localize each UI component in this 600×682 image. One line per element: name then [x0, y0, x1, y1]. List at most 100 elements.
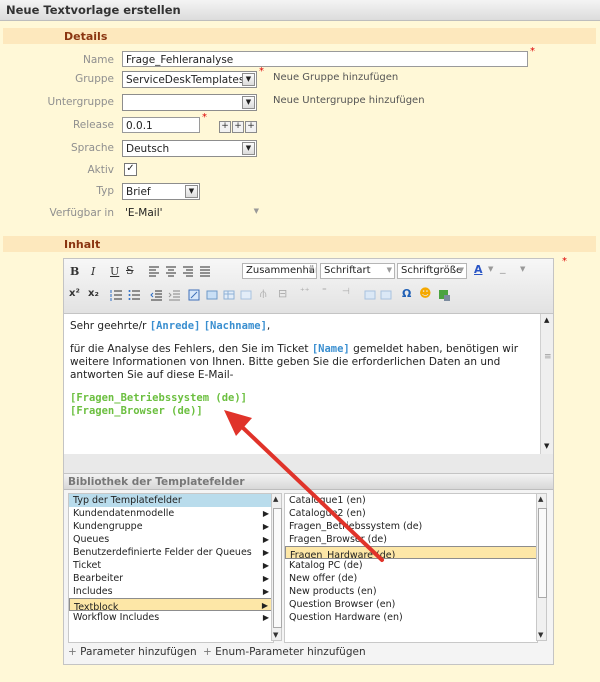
untergruppe-select[interactable]: ▼: [122, 94, 257, 111]
chevron-down-icon[interactable]: ▼: [520, 265, 525, 273]
italic-button[interactable]: I: [91, 265, 95, 278]
field-type-item[interactable]: Benutzerdefinierte Felder der Queues ▶: [69, 546, 273, 559]
strikethrough-button[interactable]: S: [126, 264, 134, 277]
chevron-right-icon: ▶: [262, 548, 269, 557]
field-item[interactable]: Fragen_Browser (de): [285, 533, 537, 546]
add-parameter-button[interactable]: + Parameter hinzufügen: [68, 646, 197, 658]
field-type-item[interactable]: Queues ▶: [69, 533, 273, 546]
scroll-thumb[interactable]: [273, 508, 282, 628]
scroll-grip-icon[interactable]: ≡: [544, 352, 552, 362]
plus-icon[interactable]: +: [245, 121, 257, 133]
field-item[interactable]: Catalogue1 (en): [285, 494, 537, 507]
field-item[interactable]: Catalogue2 (en): [285, 507, 537, 520]
field-type-item[interactable]: Includes ▶: [69, 585, 273, 598]
gruppe-select-value: ServiceDeskTemplates: [126, 74, 245, 86]
subscript-button[interactable]: x₂: [88, 288, 99, 299]
field-type-item[interactable]: Kundendatenmodelle ▶: [69, 507, 273, 520]
aktiv-checkbox[interactable]: ✓: [124, 163, 137, 176]
nachname-placeholder: [Nachname]: [203, 320, 267, 332]
numbered-list-icon[interactable]: [110, 289, 122, 301]
sprache-select[interactable]: Deutsch ▼: [122, 140, 257, 157]
scroll-up-icon[interactable]: ▲: [544, 316, 549, 324]
size-select-value: Schriftgröße: [401, 265, 463, 276]
field-item[interactable]: New products (en): [285, 585, 537, 598]
typ-select[interactable]: Brief ▼: [122, 183, 200, 200]
chevron-down-icon[interactable]: ▼: [488, 265, 493, 273]
bullet-list-icon[interactable]: [128, 289, 140, 301]
chevron-right-icon: ▶: [262, 561, 269, 570]
field-type-item[interactable]: Bearbeiter ▶: [69, 572, 273, 585]
field-item[interactable]: Fragen_Hardware (de): [285, 546, 537, 559]
table-cell-icon[interactable]: [380, 289, 392, 301]
field-label: Catalogue1 (en): [289, 495, 366, 506]
add-enum-parameter-button[interactable]: + Enum-Parameter hinzufügen: [203, 646, 366, 658]
table-col-icon[interactable]: ⊟: [278, 287, 287, 300]
smiley-icon[interactable]: ☻: [419, 286, 432, 300]
size-select[interactable]: Schriftgröße ▼: [397, 263, 467, 279]
table-props-icon[interactable]: [364, 289, 376, 301]
verfuegbar-multiselect[interactable]: 'E-Mail' ▼: [122, 205, 265, 222]
superscript-button[interactable]: x²: [69, 288, 80, 299]
edit-source-icon[interactable]: [188, 289, 200, 301]
font-select[interactable]: Schriftart ▼: [320, 263, 395, 279]
indent-icon[interactable]: [168, 289, 180, 301]
outdent-icon[interactable]: [150, 289, 162, 301]
editor-content-area[interactable]: Sehr geehrte/r [Anrede] [Nachname], für …: [64, 314, 540, 454]
field-label: New offer (de): [289, 573, 358, 584]
underline-button[interactable]: U: [110, 265, 119, 278]
typ-label: Typ: [96, 185, 114, 197]
insert-field-icon[interactable]: [438, 289, 450, 301]
special-char-icon[interactable]: Ω: [402, 287, 411, 300]
background-color-icon[interactable]: _: [500, 261, 506, 274]
image-icon[interactable]: [206, 289, 218, 301]
release-input[interactable]: 0.0.1: [122, 117, 200, 133]
field-type-scrollbar[interactable]: ▲ ▼: [271, 493, 282, 641]
table-icon[interactable]: [223, 289, 235, 301]
table-row-icon[interactable]: [240, 289, 252, 301]
align-center-icon[interactable]: [165, 265, 177, 277]
field-label: Katalog PC (de): [289, 560, 363, 571]
align-left-icon[interactable]: [148, 265, 160, 277]
field-item[interactable]: New offer (de): [285, 572, 537, 585]
untergruppe-label: Untergruppe: [47, 96, 114, 108]
align-right-icon[interactable]: [182, 265, 194, 277]
table-delete-icon[interactable]: ⁼: [322, 287, 327, 297]
add-group-link[interactable]: Neue Gruppe hinzufügen: [273, 72, 398, 83]
field-list-scrollbar[interactable]: ▲ ▼: [536, 493, 547, 641]
scroll-down-icon[interactable]: ▼: [538, 631, 543, 639]
text-color-icon[interactable]: A: [474, 263, 483, 276]
add-subgroup-link[interactable]: Neue Untergruppe hinzufügen: [273, 95, 425, 106]
field-type-item[interactable]: Kundengruppe ▶: [69, 520, 273, 533]
required-mark: *: [259, 66, 264, 77]
split-cell-icon[interactable]: ⫛: [260, 287, 267, 301]
textblock-line-1: [Fragen_Betriebssystem (de)]: [70, 392, 534, 405]
table-merge-icon[interactable]: ⊣: [342, 287, 350, 297]
scroll-up-icon[interactable]: ▲: [538, 495, 543, 503]
align-justify-icon[interactable]: [199, 265, 211, 277]
field-item[interactable]: Question Browser (en): [285, 598, 537, 611]
bold-button[interactable]: B: [70, 265, 79, 278]
field-item[interactable]: Fragen_Betriebssystem (de): [285, 520, 537, 533]
field-type-label: Bearbeiter: [73, 573, 124, 584]
plus-icon[interactable]: +: [219, 121, 231, 133]
dialog-titlebar: Neue Textvorlage erstellen: [0, 0, 600, 21]
chevron-right-icon: ▶: [262, 587, 269, 596]
format-select[interactable]: Zusammenhäng ▼: [242, 263, 317, 279]
field-item[interactable]: Question Hardware (en): [285, 611, 537, 624]
scroll-thumb[interactable]: [538, 508, 547, 598]
section-header-inhalt: Inhalt: [3, 236, 596, 252]
scroll-down-icon[interactable]: ▼: [273, 631, 278, 639]
plus-icon[interactable]: +: [232, 121, 244, 133]
field-type-item[interactable]: Textblock ▶: [69, 598, 273, 611]
gruppe-select[interactable]: ServiceDeskTemplates ▼: [122, 71, 257, 88]
field-type-item[interactable]: Ticket ▶: [69, 559, 273, 572]
table-insert-icon[interactable]: ⁺⁺: [300, 287, 310, 297]
scroll-up-icon[interactable]: ▲: [273, 495, 278, 503]
field-type-label: Benutzerdefinierte Felder der Queues: [73, 547, 252, 558]
editor-scrollbar[interactable]: ▲ ≡ ▼: [540, 314, 553, 454]
add-enum-parameter-label: Enum-Parameter hinzufügen: [215, 646, 366, 658]
name-input[interactable]: Frage_Fehleranalyse: [122, 51, 528, 67]
field-item[interactable]: Katalog PC (de): [285, 559, 537, 572]
scroll-down-icon[interactable]: ▼: [544, 442, 549, 450]
field-type-item[interactable]: Workflow Includes ▶: [69, 611, 273, 624]
